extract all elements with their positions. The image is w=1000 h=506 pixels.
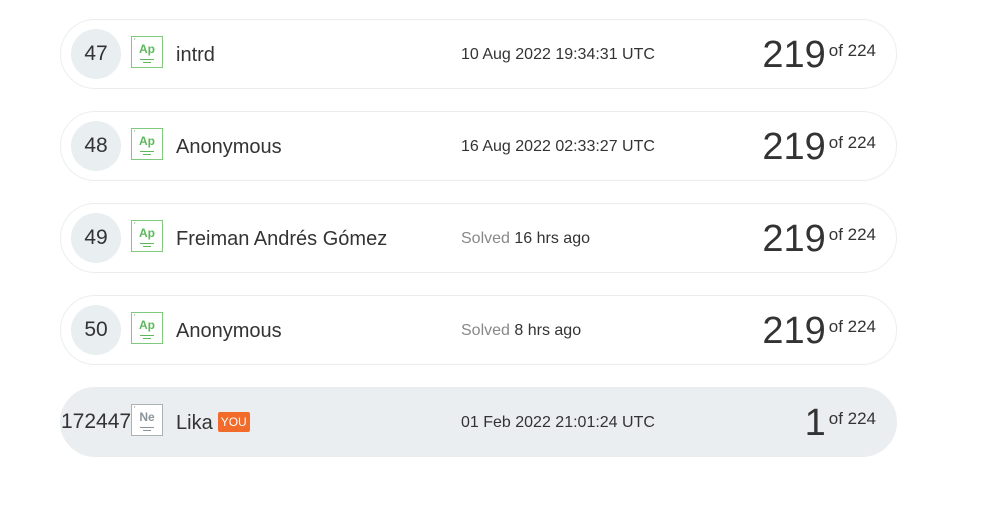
user-name[interactable]: Anonymous	[176, 296, 282, 366]
leaderboard-row[interactable]: 47 ' Ap intrd 10 Aug 2022 19:34:31 UTC 2…	[60, 19, 897, 89]
badge-symbol: Ap	[139, 134, 155, 148]
leaderboard-list: 47 ' Ap intrd 10 Aug 2022 19:34:31 UTC 2…	[60, 19, 897, 479]
user-name[interactable]: Freiman Andrés Gómez	[176, 204, 387, 274]
score: 219 of 224	[762, 296, 876, 366]
leaderboard-row[interactable]: 48 ' Ap Anonymous 16 Aug 2022 02:33:27 U…	[60, 111, 897, 181]
element-badge-icon: ' Ne	[131, 404, 163, 436]
solved-count: 219	[762, 310, 826, 352]
solved-date: Solved 16 hrs ago	[461, 230, 590, 247]
rank-number: 49	[71, 213, 121, 263]
score: 219 of 224	[762, 112, 876, 182]
solved-count: 219	[762, 218, 826, 260]
badge-symbol: Ap	[139, 42, 155, 56]
badge-symbol: Ap	[139, 226, 155, 240]
solved-date: 10 Aug 2022 19:34:31 UTC	[461, 46, 655, 63]
rank-number: 172447	[61, 410, 132, 433]
user-name[interactable]: Anonymous	[176, 112, 282, 182]
user-name[interactable]: Lika YOU	[176, 388, 250, 458]
total-count: of 224	[828, 41, 876, 60]
current-user-row[interactable]: 172447 ' Ne Lika YOU 01 Feb 2022 21:01:24…	[60, 387, 897, 457]
solved-date: Solved 8 hrs ago	[461, 322, 582, 339]
solved-count: 219	[762, 126, 826, 168]
element-badge-icon: ' Ap	[131, 312, 163, 344]
total-count: of 224	[828, 409, 876, 428]
leaderboard-row[interactable]: 50 ' Ap Anonymous Solved 8 hrs ago 219 of…	[60, 295, 897, 365]
user-name[interactable]: intrd	[176, 20, 215, 90]
solved-count: 219	[762, 34, 826, 76]
total-count: of 224	[828, 225, 876, 244]
rank-number: 48	[71, 121, 121, 171]
element-badge-icon: ' Ap	[131, 128, 163, 160]
leaderboard-row[interactable]: 49 ' Ap Freiman Andrés Gómez Solved 16 h…	[60, 203, 897, 273]
you-badge: YOU	[217, 411, 250, 432]
badge-symbol: Ne	[139, 410, 155, 424]
total-count: of 224	[828, 317, 876, 336]
solved-date: 01 Feb 2022 21:01:24 UTC	[461, 414, 655, 431]
score: 219 of 224	[762, 20, 876, 90]
badge-symbol: Ap	[139, 318, 155, 332]
rank-number: 50	[71, 305, 121, 355]
score: 1 of 224	[805, 388, 876, 458]
rank-number: 47	[71, 29, 121, 79]
element-badge-icon: ' Ap	[131, 220, 163, 252]
score: 219 of 224	[762, 204, 876, 274]
solved-count: 1	[804, 402, 826, 444]
total-count: of 224	[828, 133, 876, 152]
solved-date: 16 Aug 2022 02:33:27 UTC	[461, 138, 655, 155]
element-badge-icon: ' Ap	[131, 36, 163, 68]
